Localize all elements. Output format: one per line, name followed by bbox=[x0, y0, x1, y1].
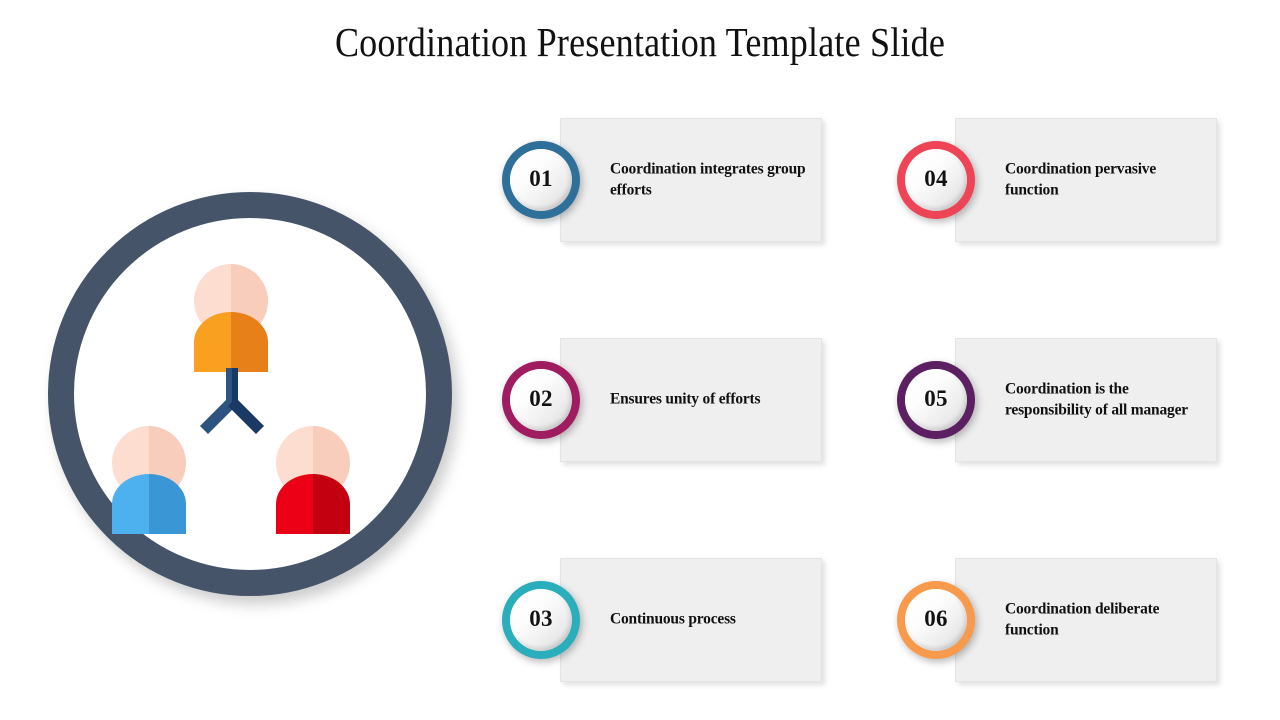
body-light-half bbox=[112, 474, 149, 534]
item-label: Coordination pervasive function bbox=[1005, 160, 1157, 198]
connector-stem-right bbox=[232, 368, 238, 404]
list-item-05[interactable]: 05 Coordination is the responsibility of… bbox=[897, 338, 1217, 462]
badge-inner: 06 bbox=[905, 589, 967, 651]
badge-inner: 04 bbox=[905, 149, 967, 211]
list-item-04[interactable]: 04 Coordination pervasive function bbox=[897, 118, 1217, 242]
item-label: Coordination integrates group efforts bbox=[610, 160, 806, 198]
list-item-01[interactable]: 01 Coordination integrates group efforts bbox=[502, 118, 822, 242]
number-badge-05[interactable]: 05 bbox=[897, 361, 975, 439]
badge-number: 04 bbox=[924, 166, 948, 191]
person-top-icon bbox=[194, 264, 268, 372]
badge-number: 05 bbox=[924, 386, 948, 411]
body-dark-half bbox=[231, 312, 268, 372]
list-item-02[interactable]: 02 Ensures unity of efforts bbox=[502, 338, 822, 462]
badge-number: 03 bbox=[529, 606, 553, 631]
connector-stem-left bbox=[226, 368, 232, 404]
badge-inner: 01 bbox=[510, 149, 572, 211]
person-left-body bbox=[112, 474, 186, 534]
item-label: Coordination deliberate function bbox=[1005, 600, 1160, 638]
coordination-team-circle-icon bbox=[42, 186, 472, 616]
number-badge-01[interactable]: 01 bbox=[502, 141, 580, 219]
person-right-body bbox=[276, 474, 350, 534]
connector-arm-right bbox=[228, 398, 264, 434]
person-bottom-left-icon bbox=[112, 426, 186, 534]
badge-inner: 03 bbox=[510, 589, 572, 651]
number-badge-02[interactable]: 02 bbox=[502, 361, 580, 439]
badge-number: 06 bbox=[924, 606, 948, 631]
connector-y-icon bbox=[192, 368, 272, 442]
item-label: Continuous process bbox=[610, 610, 736, 628]
badge-number: 02 bbox=[529, 386, 553, 411]
badge-number: 01 bbox=[529, 166, 553, 191]
number-badge-03[interactable]: 03 bbox=[502, 581, 580, 659]
body-dark-half bbox=[313, 474, 350, 534]
badge-inner: 02 bbox=[510, 369, 572, 431]
body-dark-half bbox=[149, 474, 186, 534]
person-bottom-right-icon bbox=[276, 426, 350, 534]
number-badge-06[interactable]: 06 bbox=[897, 581, 975, 659]
item-label: Coordination is the responsibility of al… bbox=[1005, 380, 1188, 418]
list-item-06[interactable]: 06 Coordination deliberate function bbox=[897, 558, 1217, 682]
body-light-half bbox=[194, 312, 231, 372]
body-light-half bbox=[276, 474, 313, 534]
item-label: Ensures unity of efforts bbox=[610, 390, 761, 408]
badge-inner: 05 bbox=[905, 369, 967, 431]
list-item-03[interactable]: 03 Continuous process bbox=[502, 558, 822, 682]
number-badge-04[interactable]: 04 bbox=[897, 141, 975, 219]
item-list: 01 Coordination integrates group efforts… bbox=[498, 0, 1278, 720]
person-top-body bbox=[194, 312, 268, 372]
